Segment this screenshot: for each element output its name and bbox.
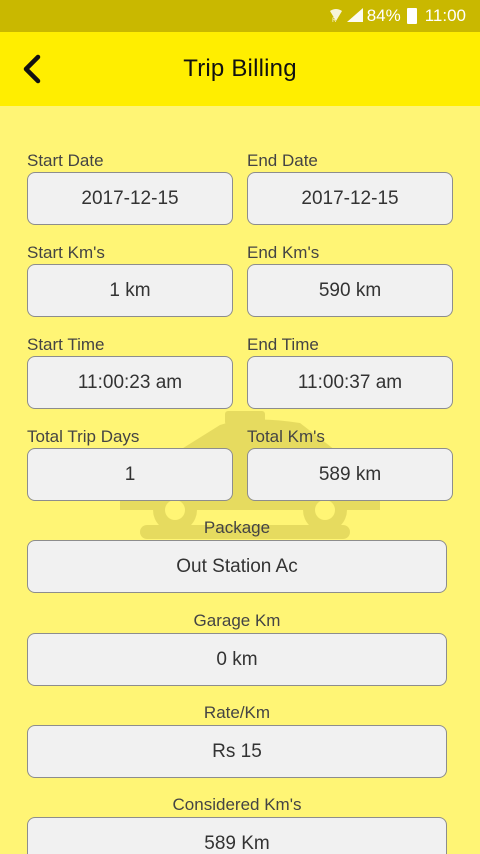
start-date-label: Start Date [27,151,104,170]
battery-icon [406,8,417,24]
app-bar: Trip Billing [0,32,480,106]
clock: 11:00 [424,6,466,25]
package-label: Package [203,518,271,537]
rate-km-field[interactable]: Rs 15 [27,725,447,778]
end-km-field[interactable]: 590 km [247,264,453,317]
start-time-field[interactable]: 11:00:23 am [27,356,233,409]
chevron-left-icon [23,54,41,84]
total-km-field[interactable]: 589 km [247,448,453,501]
rate-km-label: Rate/Km [203,703,271,722]
total-trip-days-label: Total Trip Days [27,427,140,446]
garage-km-label: Garage Km [193,611,281,630]
svg-text:R: R [332,17,336,23]
page-title: Trip Billing [183,55,297,82]
end-date-label: End Date [247,151,318,170]
wifi-icon: R [329,7,343,26]
end-time-label: End Time [247,335,319,354]
battery-percent: 84% [366,6,401,25]
status-bar: R 84% 11:00 [0,0,480,32]
start-date-field[interactable]: 2017-12-15 [27,172,233,225]
start-time-label: Start Time [27,335,105,354]
signal-icon [346,7,363,25]
end-time-field[interactable]: 11:00:37 am [247,356,453,409]
back-button[interactable] [12,49,52,89]
start-km-field[interactable]: 1 km [27,264,233,317]
total-trip-days-field[interactable]: 1 [27,448,233,501]
total-km-label: Total Km's [247,427,325,446]
end-date-field[interactable]: 2017-12-15 [247,172,453,225]
end-km-label: End Km's [247,243,320,262]
start-km-label: Start Km's [27,243,105,262]
considered-km-field[interactable]: 589 Km [27,817,447,854]
garage-km-field[interactable]: 0 km [27,633,447,686]
package-field[interactable]: Out Station Ac [27,540,447,593]
considered-km-label: Considered Km's [172,795,302,814]
